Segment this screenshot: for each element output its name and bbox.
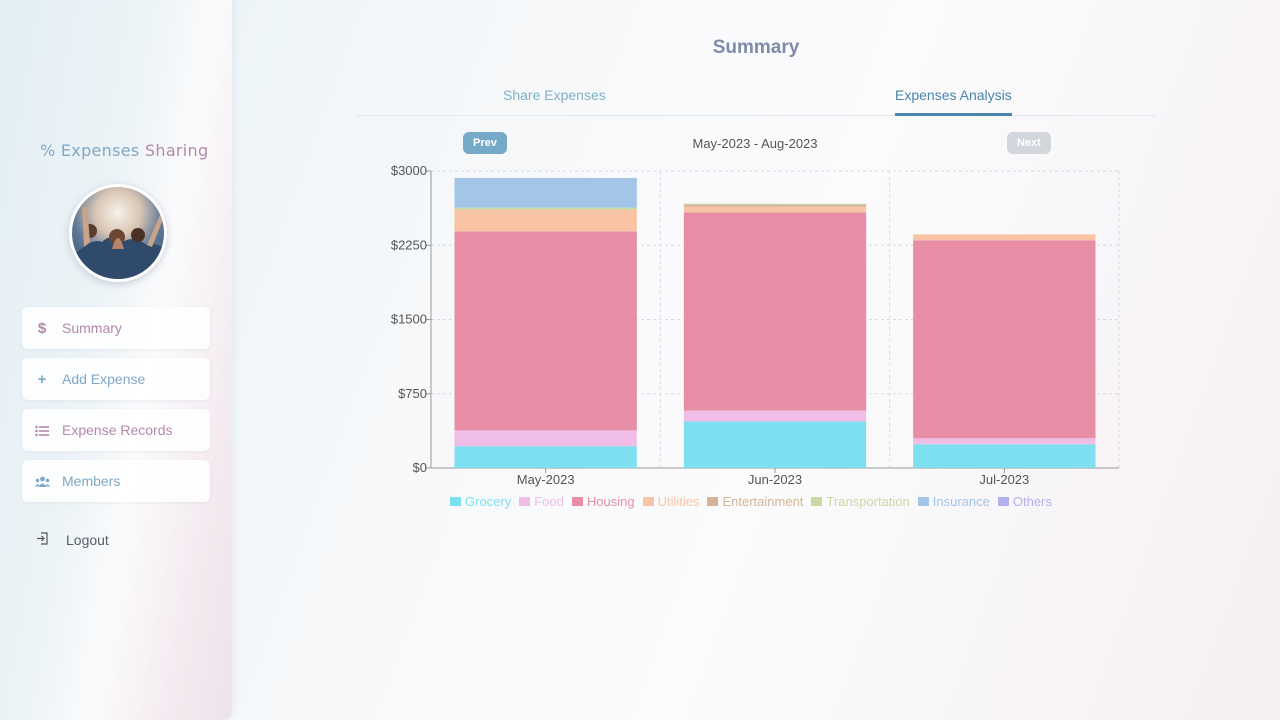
- bar-segment-grocery: [913, 444, 1096, 468]
- bar-segment-transportation: [454, 207, 637, 210]
- bar-segment-grocery: [454, 446, 637, 468]
- y-tick-label: $0: [413, 460, 427, 475]
- legend-swatch: [707, 497, 719, 506]
- legend-item-utilities[interactable]: Utilities: [642, 494, 700, 509]
- legend-swatch: [642, 497, 654, 506]
- legend-swatch: [450, 497, 461, 506]
- legend-item-transportation[interactable]: Transportation: [811, 494, 910, 509]
- legend-swatch: [571, 497, 583, 506]
- sidebar-item-members[interactable]: Members: [22, 460, 210, 502]
- legend-item-food[interactable]: Food: [519, 494, 564, 509]
- x-tick-label: May-2023: [517, 472, 575, 487]
- sidebar: % Expenses Sharing $ Summary + Add Expen…: [0, 0, 232, 720]
- tab-expenses-analysis[interactable]: Expenses Analysis: [895, 87, 1012, 116]
- sidebar-item-summary[interactable]: $ Summary: [22, 307, 210, 349]
- period-label: May-2023 - Aug-2023: [692, 136, 818, 151]
- y-tick-label: $2250: [391, 237, 427, 252]
- legend-swatch: [917, 497, 929, 506]
- legend-label: Transportation: [826, 494, 910, 509]
- expenses-bar-chart: $0 $750 $1500 $2250 $3000 May-2023 Jun-2023 Jul…: [391, 163, 1120, 487]
- bar-segment-housing: [454, 231, 637, 431]
- legend-swatch: [997, 497, 1009, 506]
- avatar: [69, 184, 167, 282]
- users-icon: [22, 473, 62, 490]
- brand-logo[interactable]: % Expenses Sharing: [40, 141, 208, 160]
- x-tick-label: Jul-2023: [979, 472, 1029, 487]
- chart-legend: Grocery Food Housing Utilities Entertainment…: [450, 494, 1060, 509]
- sidebar-item-add-expense[interactable]: + Add Expense: [22, 358, 210, 400]
- bar-segment-entertainment: [683, 204, 867, 207]
- sidebar-item-expense-records[interactable]: Expense Records: [22, 409, 210, 451]
- legend-label: Utilities: [657, 494, 700, 509]
- legend-label: Housing: [586, 494, 635, 509]
- legend-swatch: [519, 497, 531, 506]
- legend-item-insurance[interactable]: Insurance: [917, 494, 990, 509]
- bar-segment-grocery: [683, 421, 867, 468]
- next-button[interactable]: Next: [1007, 132, 1051, 154]
- y-tick-label: $3000: [391, 163, 427, 178]
- legend-item-others[interactable]: Others: [997, 494, 1052, 509]
- bar-segment-housing: [683, 212, 867, 411]
- sidebar-item-label: Summary: [62, 320, 122, 336]
- y-tick-label: $750: [398, 386, 427, 401]
- bar-segment-utilities: [683, 206, 867, 213]
- bar-segment-transportation: [683, 203, 867, 205]
- tab-share-expenses[interactable]: Share Expenses: [503, 87, 606, 113]
- bar-segment-insurance: [454, 177, 637, 208]
- legend-label: Others: [1012, 494, 1052, 509]
- sidebar-item-label: Members: [62, 473, 121, 489]
- legend-label: Entertainment: [722, 494, 804, 509]
- legend-label: Grocery: [465, 494, 512, 509]
- tab-bar: Share Expenses Expenses Analysis: [356, 81, 1156, 116]
- legend-item-housing[interactable]: Housing: [571, 494, 635, 509]
- plus-icon: +: [37, 370, 47, 388]
- bar-segment-food: [683, 410, 867, 422]
- avatar-image: [72, 207, 164, 279]
- prev-button[interactable]: Prev: [463, 132, 507, 154]
- legend-item-entertainment[interactable]: Entertainment: [707, 494, 803, 509]
- bar-segment-food: [454, 430, 637, 447]
- sidebar-item-label: Expense Records: [62, 422, 173, 438]
- y-tick-label: $1500: [391, 312, 427, 327]
- bar-segment-housing: [913, 240, 1096, 439]
- x-tick-label: Jun-2023: [748, 472, 802, 487]
- logout-icon: [36, 532, 66, 548]
- page-title: Summary: [712, 37, 800, 58]
- legend-label: Insurance: [932, 494, 990, 509]
- bar-segment-utilities: [454, 209, 637, 232]
- list-icon: [22, 422, 62, 439]
- legend-label: Food: [534, 494, 564, 509]
- logout-label: Logout: [66, 532, 109, 548]
- sidebar-item-label: Add Expense: [62, 371, 146, 387]
- logout-button[interactable]: Logout: [36, 532, 109, 548]
- dollar-icon: $: [37, 319, 47, 337]
- bar-segment-utilities: [913, 234, 1096, 241]
- brand-text-part1: % Expenses: [40, 141, 145, 160]
- legend-swatch: [811, 497, 823, 506]
- brand-text-part2: Sharing: [144, 141, 209, 160]
- bar-segment-food: [913, 438, 1096, 445]
- legend-item-grocery[interactable]: Grocery: [450, 494, 511, 509]
